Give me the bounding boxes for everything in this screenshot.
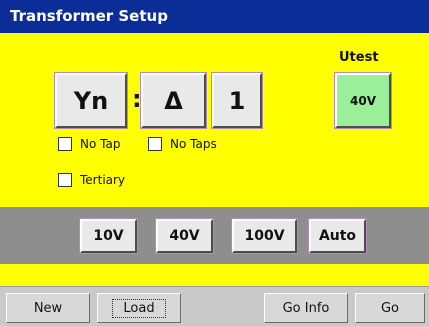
new-button[interactable]: New	[6, 293, 90, 323]
phase-shift-button[interactable]: 1	[211, 72, 263, 129]
voltage-100v-button[interactable]: 100V	[231, 218, 298, 254]
test-voltage-bar: 10V 40V 100V Auto	[0, 207, 429, 264]
voltage-auto-button[interactable]: Auto	[308, 218, 367, 254]
no-tap-label: No Tap	[80, 137, 121, 151]
voltage-10v-button[interactable]: 10V	[79, 218, 138, 254]
secondary-winding-button[interactable]: Δ	[140, 72, 207, 129]
title-bar: Transformer Setup	[0, 0, 429, 33]
tertiary-checkbox[interactable]	[58, 173, 72, 187]
voltage-40v-button[interactable]: 40V	[155, 218, 214, 254]
load-button[interactable]: Load	[97, 293, 181, 323]
spacer-strip	[0, 264, 429, 286]
no-tap-checkbox[interactable]	[58, 137, 72, 151]
primary-winding-button[interactable]: Yn	[54, 72, 128, 129]
tertiary-label: Tertiary	[80, 173, 126, 187]
transformer-setup-window: Transformer Setup Yn : Δ 1 Utest 40V No …	[0, 0, 429, 326]
main-panel: Yn : Δ 1 Utest 40V No Tap No Taps Tertia…	[0, 33, 429, 207]
utest-button[interactable]: 40V	[334, 72, 392, 129]
no-taps-checkbox[interactable]	[148, 137, 162, 151]
utest-label: Utest	[339, 50, 379, 65]
bottom-toolbar: New Load Go Info Go	[0, 286, 429, 326]
no-taps-label: No Taps	[170, 137, 217, 151]
go-info-button[interactable]: Go Info	[264, 293, 348, 323]
utest-value: 40V	[350, 93, 376, 108]
go-button[interactable]: Go	[355, 293, 425, 323]
load-label: Load	[112, 298, 166, 318]
window-title: Transformer Setup	[10, 7, 168, 25]
